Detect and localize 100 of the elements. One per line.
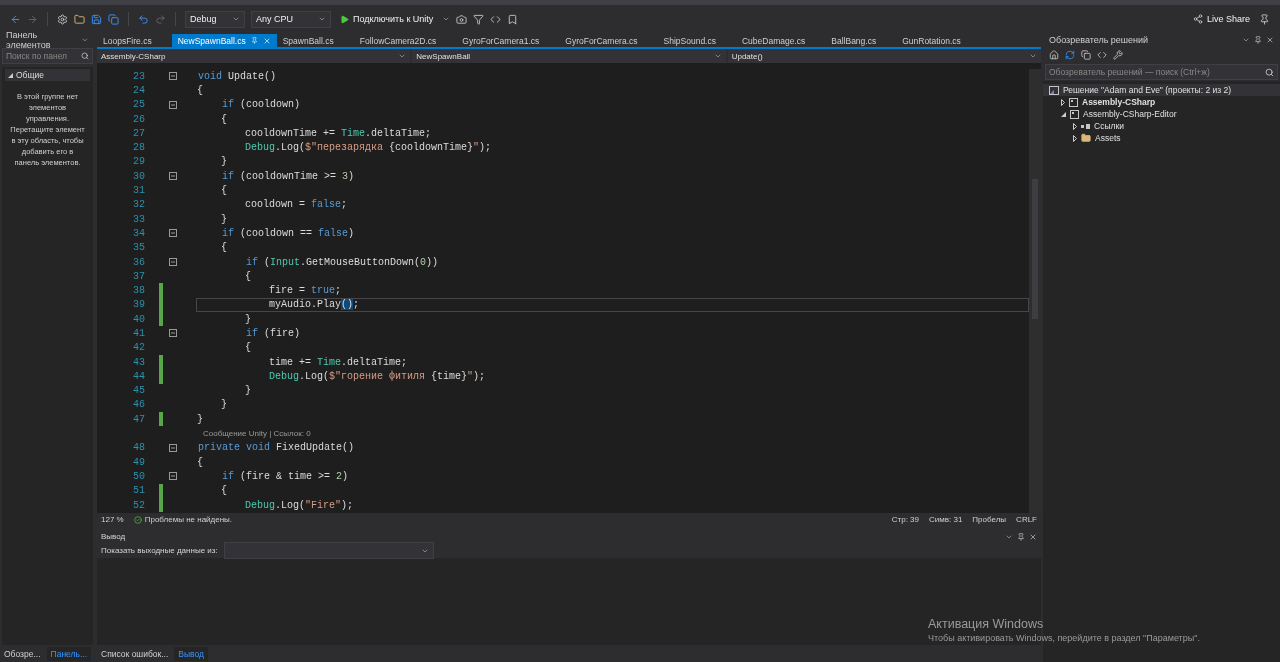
pin-icon[interactable]	[1259, 13, 1270, 25]
line-number: 49	[132, 456, 145, 468]
line-number: 47	[132, 413, 145, 425]
line-number: 48	[132, 442, 145, 454]
panel-tab[interactable]: Вывод	[174, 646, 209, 661]
close-icon[interactable]	[1266, 36, 1274, 44]
fold-icon[interactable]	[169, 472, 177, 481]
code-line: Debug.Log($"горение фитиля {time}");	[268, 369, 487, 384]
code-line: {	[196, 83, 204, 98]
code-icon[interactable]	[1097, 50, 1107, 60]
line-number: 51	[132, 485, 145, 497]
class-dropdown[interactable]: NewSpawnBall	[412, 49, 726, 63]
back-icon[interactable]	[10, 13, 21, 25]
tree-item[interactable]: Assembly-CSharp-Editor	[1043, 108, 1280, 120]
expand-icon[interactable]	[1061, 98, 1065, 106]
line-number: 36	[132, 256, 145, 268]
zoom-level[interactable]: 127 %	[101, 515, 124, 524]
platform-dropdown[interactable]: Any CPU	[251, 10, 331, 28]
code-line: }	[220, 155, 228, 170]
panel-tab[interactable]: Список ошибок...	[97, 646, 173, 661]
filter-icon[interactable]	[473, 13, 485, 25]
line-number: 23	[132, 70, 145, 82]
code-line: if (cooldownTime >= 3)	[221, 169, 356, 184]
line-number: 43	[132, 356, 145, 368]
code-line: private void FixedUpdate()	[197, 441, 356, 455]
tree-item[interactable]: Решение "Adam and Eve" (проекты: 2 из 2)	[1043, 84, 1280, 96]
caret-icon	[442, 15, 451, 23]
refresh-icon[interactable]	[1065, 50, 1075, 60]
file-tab[interactable]: GyroForCamera1.cs	[456, 34, 540, 47]
pin-icon[interactable]	[1017, 532, 1025, 541]
fold-icon[interactable]	[169, 443, 177, 452]
gear-icon[interactable]	[57, 13, 68, 25]
file-tab[interactable]: NewSpawnBall.cs	[171, 34, 277, 47]
tree-item[interactable]: Assets	[1043, 132, 1280, 144]
line-number: 33	[132, 213, 145, 225]
solution-icon	[1049, 85, 1059, 95]
code-line: }	[244, 384, 252, 398]
code-line: {	[220, 112, 228, 127]
file-tab[interactable]: BallBang.cs	[825, 34, 877, 47]
file-tab[interactable]: ShipSound.cs	[657, 34, 716, 47]
pin-icon[interactable]	[1254, 36, 1262, 44]
code-line: Debug.Log($"перезарядка {cooldownTime}");	[244, 141, 493, 155]
file-tab[interactable]: FollowCamera2D.cs	[353, 34, 437, 47]
fold-icon[interactable]	[169, 329, 177, 338]
file-tab[interactable]: GunRotation.cs	[896, 34, 961, 47]
caret-icon	[1029, 52, 1037, 60]
line-number: 31	[132, 185, 145, 196]
code-line: fire = true;	[268, 284, 343, 298]
issues-status[interactable]: Проблемы не найдены.	[133, 515, 233, 524]
line-ending[interactable]: CRLF	[1016, 515, 1037, 524]
live-share-button[interactable]: Live Share	[1189, 14, 1253, 24]
code-line: if (cooldown)	[221, 98, 302, 112]
fold-icon[interactable]	[169, 229, 177, 238]
camera-icon[interactable]	[456, 13, 468, 25]
tree-item[interactable]: Assembly-CSharp	[1043, 96, 1280, 108]
file-tab[interactable]: GyroForCamera.cs	[559, 34, 638, 47]
fold-icon[interactable]	[169, 258, 177, 266]
caret-icon	[81, 36, 89, 44]
code-line: if (fire & time >= 2)	[221, 469, 350, 484]
line-number: 37	[132, 270, 145, 282]
search-field[interactable]: Обозреватель решений — поиск (Ctrl+ж)	[1045, 64, 1278, 80]
home-icon[interactable]	[1049, 50, 1059, 60]
check-icon	[133, 515, 142, 524]
member-dropdown[interactable]: Update()	[727, 49, 1041, 63]
indent-mode[interactable]: Пробелы	[972, 515, 1007, 524]
tree-item[interactable]: Ссылки	[1043, 120, 1280, 132]
search-field[interactable]: Поиск по панел	[2, 48, 93, 64]
undo-icon[interactable]	[138, 13, 149, 25]
file-tab[interactable]: SpawnBall.cs	[276, 34, 334, 47]
panel-tab[interactable]: Панель...	[46, 646, 91, 661]
wrench-icon[interactable]	[1113, 50, 1123, 60]
bookmark-icon[interactable]	[507, 13, 519, 25]
folder-icon[interactable]	[74, 13, 85, 25]
fold-icon[interactable]	[169, 172, 177, 181]
file-tab[interactable]: LoopsFire.cs	[97, 34, 152, 47]
code-icon[interactable]	[490, 13, 502, 25]
close-icon[interactable]	[262, 36, 271, 45]
code-line: time += Time.deltaTime;	[268, 355, 409, 370]
caret-icon	[398, 52, 407, 60]
fold-icon[interactable]	[169, 72, 177, 81]
save-icon[interactable]	[91, 13, 102, 25]
code-line: }	[196, 412, 204, 427]
file-tab[interactable]: CubeDamage.cs	[736, 34, 806, 47]
group-header[interactable]: Общие	[5, 69, 90, 81]
copy-icon[interactable]	[1081, 50, 1091, 60]
output-source-label: Показать выходные данные из:	[101, 546, 218, 555]
line-number: 42	[132, 342, 145, 354]
code-line: {	[196, 455, 204, 470]
code-lens[interactable]: Сообщение Unity | Ссылок: 0	[203, 429, 311, 439]
panel-title: Обозреватель решений	[1043, 33, 1280, 47]
line-number: 27	[132, 127, 145, 139]
run-button[interactable]: Подключить к Unity	[337, 14, 437, 24]
code-line: }	[220, 212, 228, 227]
fold-icon[interactable]	[169, 100, 177, 109]
config-dropdown[interactable]: Debug	[185, 10, 245, 28]
project-dropdown[interactable]: Assembly-CSharp	[97, 49, 411, 63]
code-line: {	[220, 241, 228, 255]
panel-tab[interactable]: Обозре...	[0, 646, 45, 661]
collapse-icon[interactable]	[1061, 111, 1066, 117]
close-icon[interactable]	[1029, 532, 1037, 541]
